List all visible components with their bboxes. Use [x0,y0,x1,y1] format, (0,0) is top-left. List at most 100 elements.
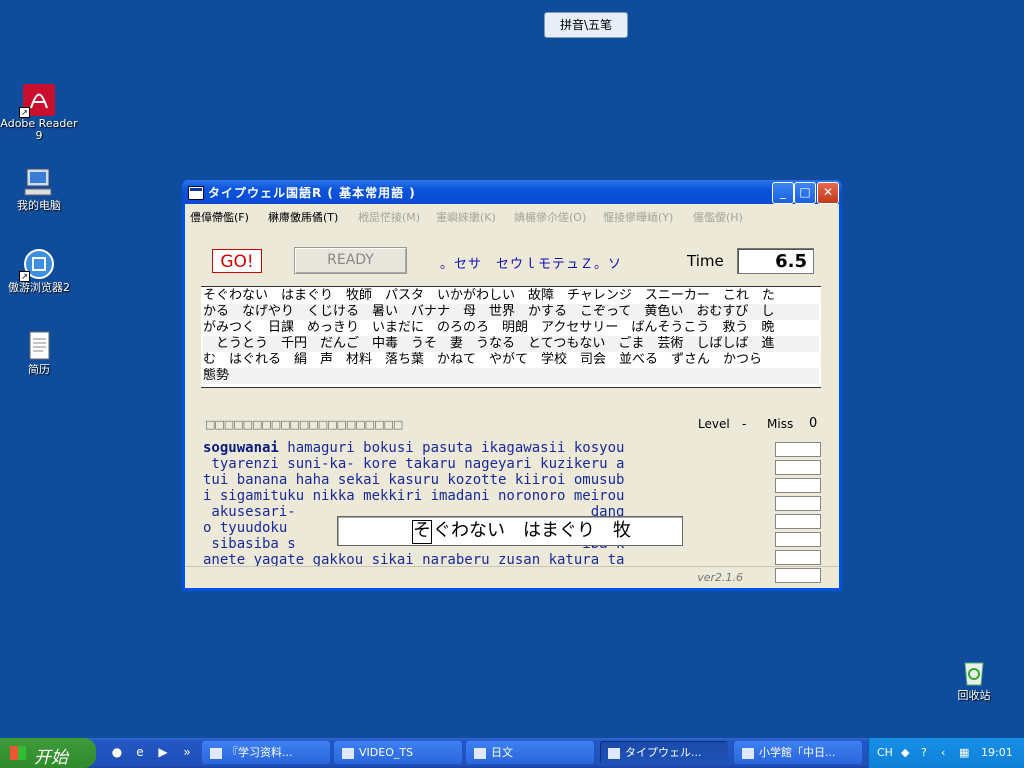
romaji-line: i sigamituku nikka mekkiri imadani noron… [203,488,625,504]
tray-expand-icon[interactable]: ‹ [941,746,945,759]
desktop-icon-adobe-reader[interactable]: ↗ Adobe Reader 9 [0,84,79,142]
menu-practice-mode[interactable]: 楙廗儌乕僪(T) [268,209,338,225]
level-value: - [742,417,747,431]
version-label: ver2.1.6 [697,571,743,584]
menu-bar: 僼傽僀儖(F) 楙廗儌乕僪(T) 栰巼恾掕(M) 寁嶼婡擻(K) 婰榐傪尒傞(O… [185,204,839,226]
ime-language-bar[interactable]: 拼音\五笔 [544,12,628,38]
menu-settings[interactable]: 愝掕傪曄峏(Y) [603,209,673,225]
typing-cursor-char: そ [412,520,432,544]
go-indicator: GO! [212,249,262,273]
miss-label: Miss [767,417,794,431]
task-button-video-ts[interactable]: VIDEO_TS [334,741,462,764]
mode-label: 。セサ セウｌモテュＺ。ソ [440,257,623,272]
line-result-box [775,460,821,475]
adobe-reader-icon: ↗ [19,84,55,118]
window-client-area: 僼傽僀儖(F) 楙廗儌乕僪(T) 栰巼恾掕(M) 寁嶼婡擻(K) 婰榐傪尒傞(O… [185,204,839,588]
progress-squares: □□□□□□□□□□□□□□□□□□□□□ [205,418,403,431]
practice-text-line: む はぐれる 絹 声 材料 落ち葉 かねて やがて 学校 司会 並べる ずさん … [203,352,763,367]
romaji-guide: soguwanai hamaguri bokusi pasuta ikagawa… [203,440,753,568]
quicklaunch-media-icon[interactable]: ▶ [156,745,170,759]
task-label: 『学习资料... [227,746,293,759]
line-result-box [775,442,821,457]
miss-value: 0 [809,416,818,431]
app-window-icon [608,747,620,759]
desktop-icon-label: 我的电脑 [17,199,61,212]
level-label: Level [698,417,730,431]
task-label: VIDEO_TS [359,746,414,759]
desktop-icon-label: 傲游浏览器2 [8,281,70,294]
romaji-line-rest: hamaguri bokusi pasuta ikagawasii kosyou [278,440,625,456]
computer-icon [23,166,55,198]
menu-file[interactable]: 僼傽僀儖(F) [190,209,249,225]
romaji-line: tui banana haha sekai kasuru kozotte kii… [203,472,625,488]
line-result-box [775,496,821,511]
line-result-boxes [775,442,821,586]
minimize-button[interactable]: _ [772,182,794,204]
tray-network-icon[interactable]: ▦ [959,746,969,759]
tray-help-icon[interactable]: ? [921,746,927,759]
language-indicator[interactable]: CH [877,746,893,759]
document-icon [23,330,55,362]
task-label: 小学館「中日... [759,746,836,759]
romaji-line: soguwanai hamaguri bokusi pasuta ikagawa… [203,440,753,456]
shortcut-arrow-icon: ↗ [19,271,30,282]
window-title: タイプウェル国語R ( 基本常用語 ) [208,186,416,200]
line-result-box [775,532,821,547]
practice-text-line: 態勢 [203,368,819,384]
ime-label: 拼音\五笔 [559,18,613,32]
video-icon [342,747,354,759]
typing-target-text: そぐわない はまぐり 牧 [412,517,631,545]
shortcut-arrow-icon: ↗ [19,107,30,118]
maximize-button[interactable]: □ [794,182,816,204]
windows-logo-icon [10,746,26,760]
practice-text-line: かる なげやり くじける 暑い バナナ 母 世界 かする こぞって 黄色い おむ… [203,304,819,320]
close-button[interactable]: ✕ [817,182,839,204]
time-display: 6.5 [737,248,814,274]
typing-input-box[interactable]: そぐわない はまぐり 牧 [337,516,683,546]
ready-button[interactable]: READY [294,247,407,274]
browser-icon: ↗ [19,248,55,282]
typewell-window: タイプウェル国語R ( 基本常用語 ) _ □ ✕ 僼傽僀儖(F) 楙廗儌乕僪(… [182,180,842,591]
status-bar: ver2.1.6 [185,566,839,589]
app-icon [188,186,204,200]
quicklaunch-browser-icon[interactable]: e [133,745,147,759]
task-label: タイプウェル... [625,746,702,759]
menu-records[interactable]: 婰榐傪尒傞(O) [514,209,586,225]
folder-icon [210,747,222,759]
typing-upcoming-text: ぐわない はまぐり 牧 [433,520,631,541]
start-button[interactable]: 开始 [0,738,96,768]
clock[interactable]: 19:01 [981,746,1013,759]
desktop-icon-label: 简历 [28,363,50,376]
menu-item-3[interactable]: 栰巼恾掕(M) [358,209,420,225]
menu-item-4[interactable]: 寁嶼婡擻(K) [436,209,496,225]
desktop-icon-resume[interactable]: 简历 [0,330,79,376]
practice-text-line: とうとう 千円 だんご 中毒 うそ 妻 うなる とてつもない ごま 芸術 しばし… [203,336,819,352]
practice-text-area: そぐわない はまぐり 牧師 パスタ いかがわしい 故障 チャレンジ スニーカー … [201,286,821,388]
practice-text-line: がみつく 日課 めっきり いまだに のろのろ 明朗 アクセサリー ばんそうこう … [203,320,775,335]
tray-app-icon[interactable]: ◆ [901,746,909,759]
desktop-icon-label: Adobe Reader 9 [0,117,78,142]
quicklaunch-more-icon[interactable]: » [180,745,194,759]
taskbar: 开始 ● e ▶ » 『学习资料... VIDEO_TS 日文 タイプウェル..… [0,738,1024,768]
task-label: 日文 [491,746,513,759]
time-label: Time [687,252,724,270]
window-title-bar[interactable]: タイプウェル国語R ( 基本常用語 ) _ □ ✕ [182,180,842,204]
task-button-japanese-folder[interactable]: 日文 [466,741,594,764]
menu-help[interactable]: 僿儖僾(H) [693,209,743,225]
desktop-icon-label: 回收站 [957,689,991,702]
line-result-box [775,478,821,493]
romaji-current-word: soguwanai [203,440,279,456]
desktop-icon-maxthon[interactable]: ↗ 傲游浏览器2 [0,248,79,294]
task-button-dictionary[interactable]: 小学館「中日... [734,741,862,764]
desktop-icon-my-computer[interactable]: 我的电脑 [0,166,79,212]
task-button-study[interactable]: 『学习资料... [202,741,330,764]
folder-icon [474,747,486,759]
task-button-typewell[interactable]: タイプウェル... [600,741,728,764]
quicklaunch-qq-icon[interactable]: ● [110,745,124,759]
line-result-box [775,550,821,565]
practice-text-line: そぐわない はまぐり 牧師 パスタ いかがわしい 故障 チャレンジ スニーカー … [203,288,775,303]
desktop-icon-recycle-bin[interactable]: 回收站 [934,656,1014,702]
time-value: 6.5 [775,251,807,272]
romaji-line: tyarenzi suni-ka- kore takaru nageyari k… [203,456,625,472]
start-label: 开始 [34,748,68,768]
